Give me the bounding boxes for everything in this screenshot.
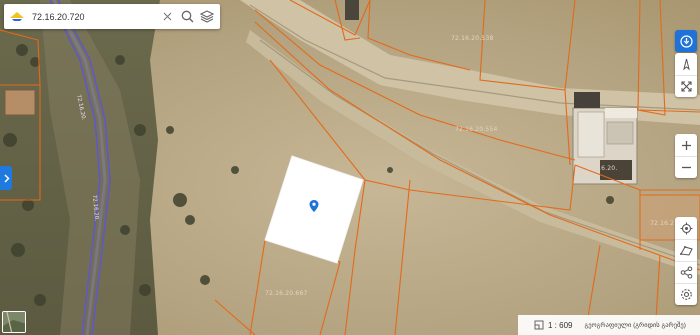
- search-icon[interactable]: [177, 4, 197, 29]
- parcel-label: 72.16.20.538: [451, 35, 493, 42]
- navigation-controls: [675, 53, 697, 97]
- search-input[interactable]: 72.16.20.720: [30, 12, 157, 22]
- basemap-thumbnail[interactable]: [2, 311, 26, 333]
- zoom-in-icon[interactable]: [675, 134, 697, 156]
- zoom-controls: [675, 134, 697, 178]
- layers-icon[interactable]: [197, 4, 217, 29]
- clear-icon[interactable]: [157, 4, 177, 29]
- search-bar: 72.16.20.720: [4, 4, 220, 29]
- fullscreen-icon[interactable]: [675, 75, 697, 97]
- tool-controls: [675, 217, 697, 305]
- locate-icon[interactable]: [675, 217, 697, 239]
- compass-icon[interactable]: [675, 53, 697, 75]
- settings-icon[interactable]: [675, 283, 697, 305]
- parcel-label: 72.16.20.554: [455, 126, 497, 133]
- logo-icon[interactable]: [4, 4, 30, 29]
- expand-panel-icon[interactable]: [0, 166, 12, 190]
- scale-icon: [532, 320, 546, 330]
- parcel-label: 72.16.20.667: [265, 290, 307, 297]
- map-canvas[interactable]: 72.16.20.538 72.16.20.554 72.16.20.667 7…: [0, 0, 700, 335]
- parcel-label: 72.16.2: [650, 220, 674, 227]
- status-bar: 1 : 609 გეოგრაფიული (გრიდის გარეშე): [518, 315, 700, 335]
- parcel-label: 72.16.20.: [587, 165, 617, 172]
- measure-icon[interactable]: [675, 239, 697, 261]
- house-left: [4, 89, 36, 116]
- share-icon[interactable]: [675, 261, 697, 283]
- projection-text[interactable]: გეოგრაფიული (გრიდის გარეშე): [584, 321, 685, 329]
- scale-text[interactable]: 1 : 609: [548, 321, 572, 330]
- info-icon[interactable]: [675, 30, 697, 52]
- zoom-out-icon[interactable]: [675, 156, 697, 178]
